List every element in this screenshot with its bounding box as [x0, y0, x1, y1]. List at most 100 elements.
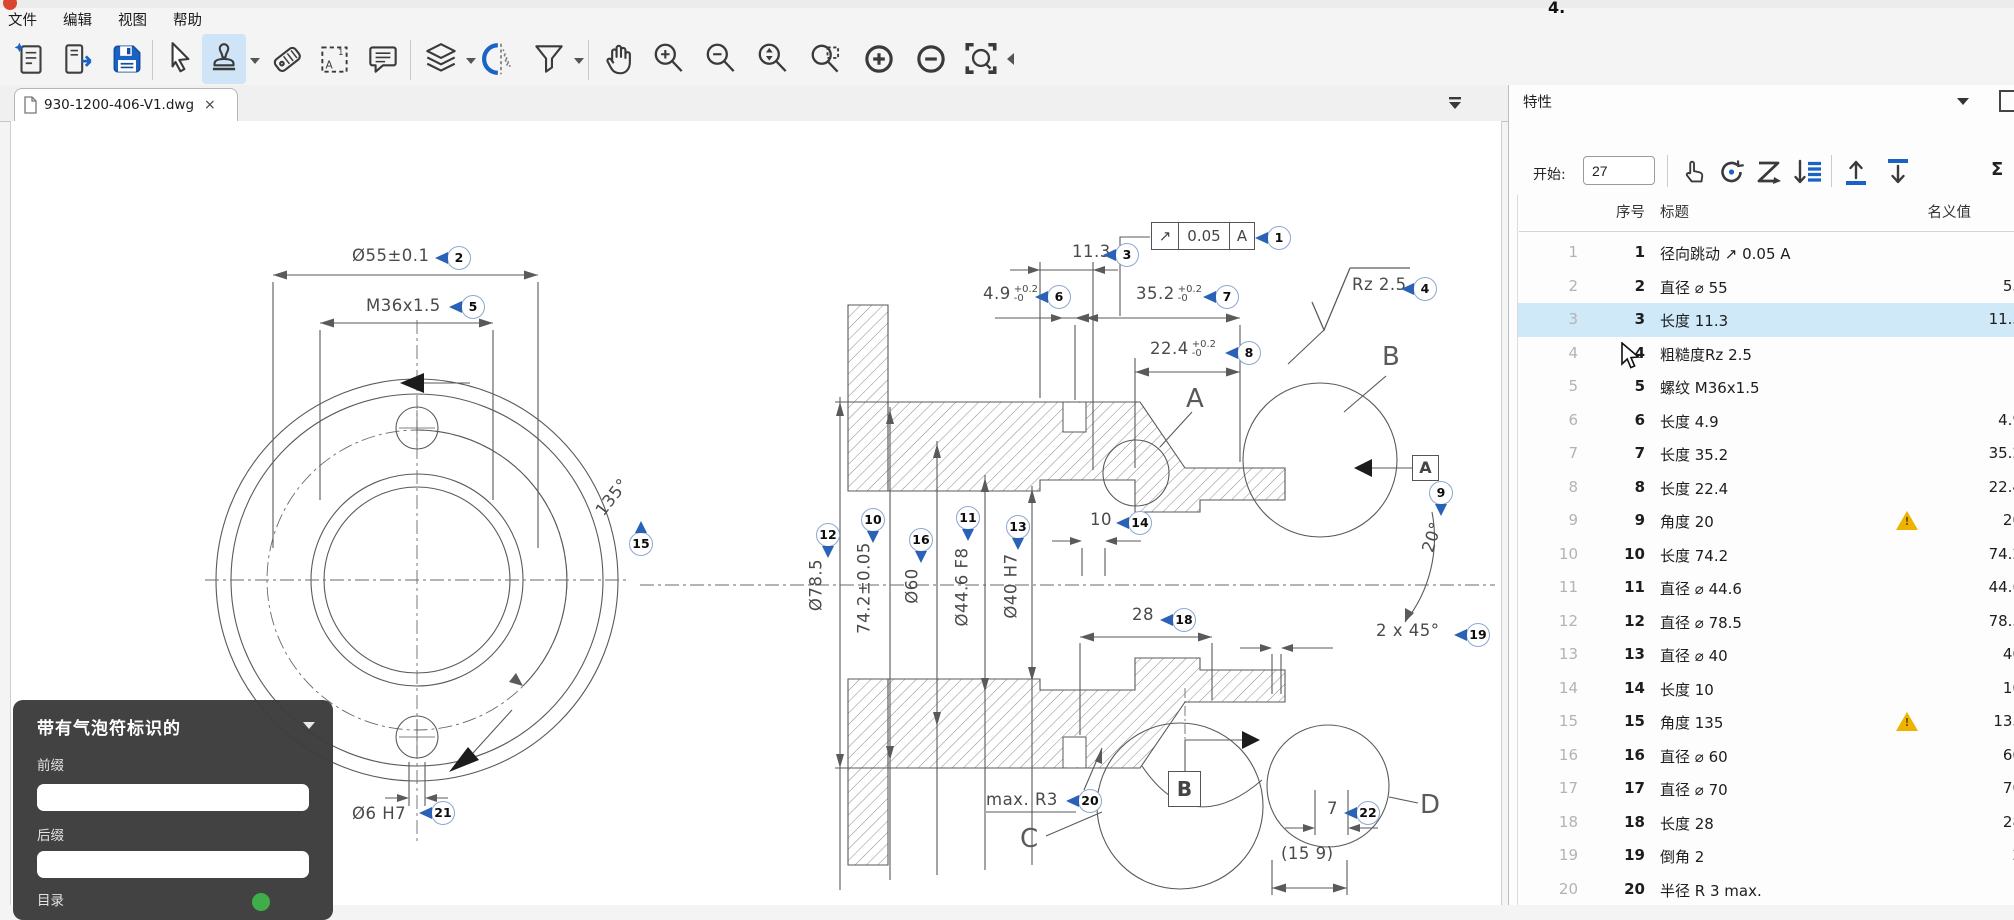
stamp-dropdown-caret[interactable] [250, 58, 260, 64]
column-header-value[interactable]: 名义值 [1861, 201, 1971, 222]
menu-item[interactable]: 帮助 [173, 9, 202, 31]
zoom-window-button[interactable] [804, 34, 850, 84]
svg-text:1: 1 [338, 47, 343, 57]
dimension-title-cell: 半径 R 3 max. [1660, 880, 1762, 901]
dimension-title-cell: 长度 10 [1660, 679, 1714, 700]
row-index: 13 [1526, 645, 1578, 663]
row-index: 7 [1526, 444, 1578, 462]
table-row[interactable]: 33长度 11.311.3 [1518, 303, 2014, 337]
suffix-label: 后缀 [37, 824, 64, 844]
select-cursor-button[interactable] [158, 34, 204, 84]
table-row[interactable]: 1414长度 1010 [1518, 672, 2014, 706]
z-order-button[interactable] [1751, 153, 1789, 191]
dimension-title-cell: 直径 ⌀ 55 [1660, 277, 1728, 298]
table-row[interactable]: 77长度 35.235.2 [1518, 437, 2014, 471]
zoom-extents-button[interactable] [750, 34, 796, 84]
table-row[interactable]: 55螺纹 M36x1.5 [1518, 370, 2014, 404]
title-bar [0, 0, 2014, 8]
suffix-input[interactable] [37, 851, 309, 878]
dock-pin-icon[interactable] [1999, 90, 2014, 112]
open-file-button[interactable] [56, 34, 102, 84]
table-row[interactable]: 1919倒角 22 [1518, 839, 2014, 873]
table-row[interactable]: 66长度 4.94.9 [1518, 404, 2014, 438]
increase-button[interactable] [856, 34, 902, 84]
row-index: 18 [1526, 813, 1578, 831]
row-index: 14 [1526, 679, 1578, 697]
prefix-label: 前缀 [37, 754, 64, 774]
table-row[interactable]: 1616直径 ⌀ 6060 [1518, 739, 2014, 773]
row-index: 6 [1526, 411, 1578, 429]
table-row[interactable]: 1515角度 135!135 [1518, 705, 2014, 739]
header-rule [1519, 231, 2014, 232]
dimension-title-cell: 长度 74.2 [1660, 545, 1728, 566]
dimension-title-cell: 直径 ⌀ 44.6 [1660, 578, 1742, 599]
tab-close-icon[interactable]: × [204, 97, 216, 113]
tag-tool-button[interactable] [264, 34, 310, 84]
row-index: 4 [1526, 344, 1578, 362]
import-button[interactable] [1837, 153, 1875, 191]
table-row[interactable]: 44粗糙度Rz 2.5 [1518, 337, 2014, 371]
menu-item[interactable]: 文件 [8, 9, 37, 31]
collapse-toolbar-button[interactable] [1000, 34, 1020, 84]
filter-button[interactable] [526, 34, 572, 84]
pan-hand-button[interactable] [596, 34, 642, 84]
renumber-rotate-button[interactable] [1713, 153, 1751, 191]
table-row[interactable]: 88长度 22.422.4 [1518, 471, 2014, 505]
stamp-tool-button[interactable] [202, 34, 246, 84]
table-row[interactable]: 1717直径 ⌀ 7070 [1518, 772, 2014, 806]
nominal-value-cell: 20 [1890, 511, 2014, 529]
region-text-select-button[interactable]: A1 [312, 34, 358, 84]
sort-list-button[interactable] [1789, 153, 1827, 191]
toolbar-separator [588, 40, 589, 80]
row-index: 9 [1526, 511, 1578, 529]
row-index: 12 [1526, 612, 1578, 630]
start-number-input[interactable] [1583, 156, 1655, 185]
prefix-input[interactable] [37, 784, 309, 811]
layers-button[interactable] [418, 34, 464, 84]
table-row[interactable]: 1818长度 2828 [1518, 806, 2014, 840]
balloon-number-cell: 15 [1587, 712, 1645, 730]
chevron-down-icon[interactable] [303, 722, 315, 729]
document-tab[interactable]: 930-1200-406-V1.dwg × [14, 88, 238, 121]
pick-balloon-button[interactable] [1675, 153, 1713, 191]
filter-dropdown-caret[interactable] [574, 58, 584, 64]
menu-item[interactable]: 视图 [118, 9, 147, 31]
nominal-value-cell: 11.3 [1890, 310, 2014, 328]
toolbar-separator [152, 40, 153, 80]
table-row[interactable]: 1111直径 ⌀ 44.644.6 [1518, 571, 2014, 605]
table-row[interactable]: 2020半径 R 3 max. [1518, 873, 2014, 906]
decrease-button[interactable] [908, 34, 954, 84]
sum-button[interactable]: Σ [1991, 159, 2003, 180]
balloon-number-cell: 10 [1587, 545, 1645, 563]
zoom-selection-button[interactable] [958, 34, 1004, 84]
dimension-title-cell: 直径 ⌀ 40 [1660, 645, 1728, 666]
table-row[interactable]: 1010长度 74.274.2 [1518, 538, 2014, 572]
table-row[interactable]: 1212直径 ⌀ 78.578.5 [1518, 605, 2014, 639]
balloon-number-cell: 9 [1587, 511, 1645, 529]
menu-item[interactable]: 编辑 [63, 9, 92, 31]
comment-button[interactable] [360, 34, 406, 84]
column-header-num[interactable]: 序号 [1587, 201, 1645, 222]
balloon-number-cell: 20 [1587, 880, 1645, 898]
table-row[interactable]: 1313直径 ⌀ 4040 [1518, 638, 2014, 672]
zoom-out-button[interactable] [698, 34, 744, 84]
row-index: 1 [1526, 243, 1578, 261]
table-row[interactable]: 22直径 ⌀ 5555 [1518, 270, 2014, 304]
balloon-number-cell: 8 [1587, 478, 1645, 496]
balloon-settings-panel: 带有气泡符标识的 前缀 后缀 目录 [13, 700, 333, 920]
column-header-title[interactable]: 标题 [1660, 201, 1689, 222]
row-index: 2 [1526, 277, 1578, 295]
tab-overflow-icon[interactable] [1447, 95, 1463, 111]
chevron-down-icon[interactable] [1957, 98, 1969, 105]
layers-dropdown-caret[interactable] [466, 58, 476, 64]
table-row[interactable]: 11径向跳动 ↗ 0.05 A [1518, 236, 2014, 270]
export-button[interactable] [1879, 153, 1917, 191]
new-file-button[interactable] [8, 34, 54, 84]
table-row[interactable]: 99角度 20!20 [1518, 504, 2014, 538]
mirror-view-button[interactable] [478, 34, 524, 84]
row-index: 17 [1526, 779, 1578, 797]
main-toolbar: A1 [0, 32, 2014, 88]
save-button[interactable] [104, 34, 150, 84]
catalog-status-dot [252, 893, 270, 911]
zoom-in-button[interactable] [646, 34, 692, 84]
